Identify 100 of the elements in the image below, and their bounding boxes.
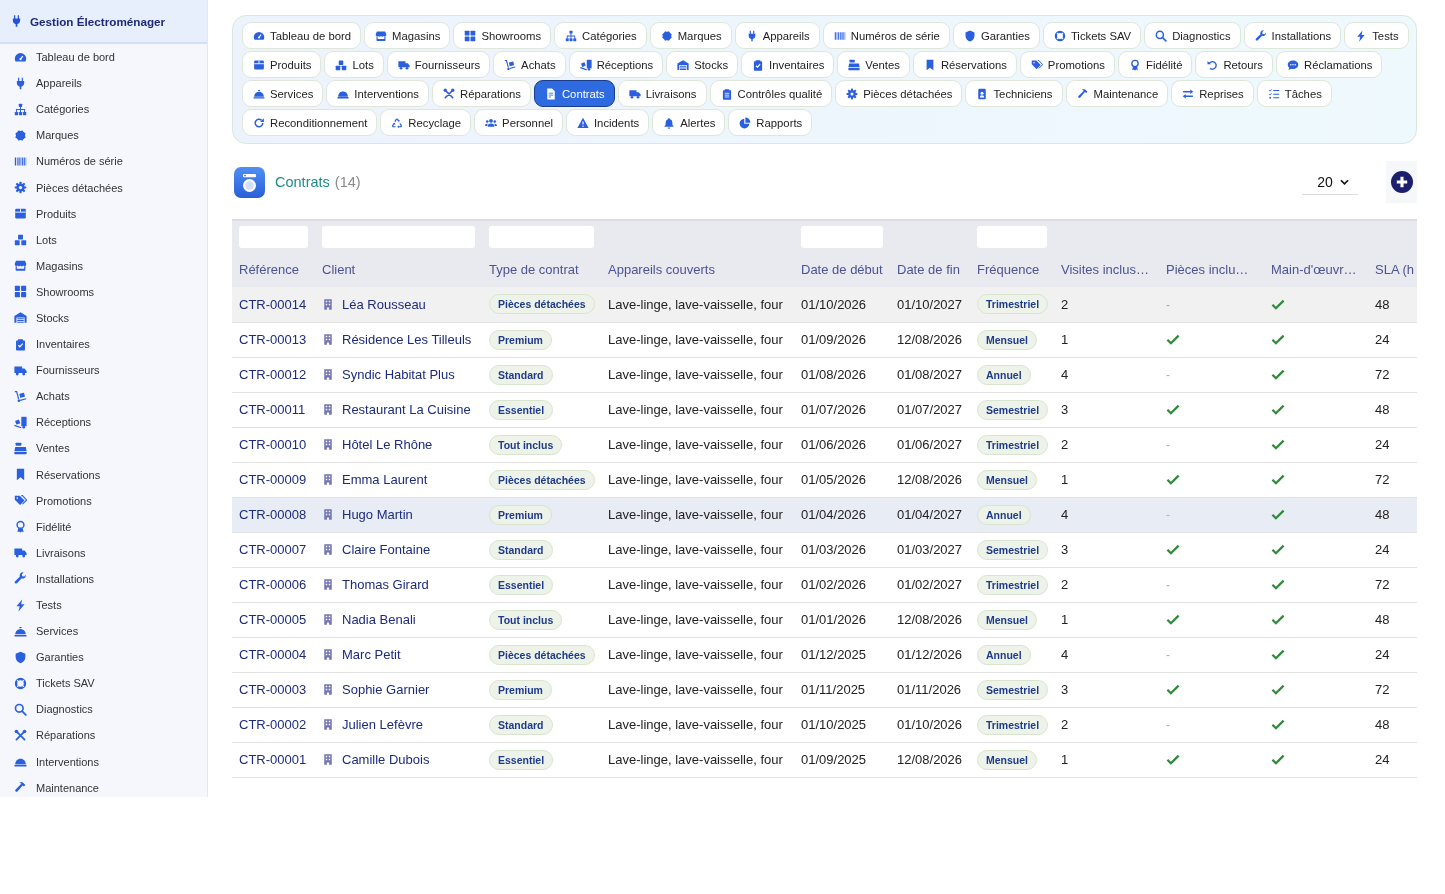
sidebar-item[interactable]: Achats [0, 383, 207, 410]
recycle-icon [391, 116, 404, 129]
add-button[interactable] [1386, 161, 1417, 203]
nav-tab[interactable]: Numéros de série [822, 22, 950, 49]
sidebar-item[interactable]: Numéros de série [0, 148, 207, 175]
nav-tab[interactable]: Réparations [432, 80, 531, 107]
nav-tab[interactable]: Fournisseurs [386, 51, 491, 78]
nav-tab[interactable]: Installations [1243, 22, 1342, 49]
sidebar-item[interactable]: Appareils [0, 70, 207, 97]
sidebar-item[interactable]: Catégories [0, 96, 207, 123]
nav-tab[interactable]: Rapports [728, 109, 813, 136]
nav-tab[interactable]: Réceptions [568, 51, 664, 78]
nav-tab[interactable]: Services [242, 80, 324, 107]
empty-value: - [1166, 718, 1170, 732]
sidebar-item[interactable]: Promotions [0, 487, 207, 514]
nav-tab[interactable]: Reprises [1171, 80, 1254, 107]
sidebar-item[interactable]: Pièces détachées [0, 174, 207, 201]
document-icon [544, 87, 557, 100]
sidebar-item[interactable]: Diagnostics [0, 696, 207, 723]
sidebar-item[interactable]: Inventaires [0, 331, 207, 358]
nav-tab[interactable]: Ventes [837, 51, 910, 78]
building-icon [322, 578, 334, 591]
nav-tab[interactable]: Tests [1344, 22, 1409, 49]
table-cell: 01/08/2027 [890, 357, 970, 392]
gauge-icon [253, 29, 265, 42]
nav-tab[interactable]: Réclamations [1276, 51, 1383, 78]
sidebar-item[interactable]: Fidélité [0, 513, 207, 540]
nav-tab[interactable]: Lots [324, 51, 384, 78]
sidebar-item[interactable]: Stocks [0, 304, 207, 332]
building-icon [322, 368, 334, 381]
nav-tab[interactable]: Magasins [364, 22, 451, 49]
table-cell: 48 [1368, 287, 1417, 322]
table-cell: Lave-linge, lave-vaisselle, four [601, 392, 794, 427]
nav-tab[interactable]: Personnel [474, 109, 563, 136]
sidebar-item[interactable]: Showrooms [0, 278, 207, 305]
table-cell: Lave-linge, lave-vaisselle, four [601, 462, 794, 497]
nav-tab[interactable]: Tableau de bord [242, 22, 362, 49]
nav-tab[interactable]: Showrooms [453, 22, 552, 49]
table-cell: 01/08/2026 [794, 357, 890, 392]
table-cell: 1 [1054, 602, 1159, 637]
table-cell: 12/08/2026 [890, 462, 970, 497]
sidebar-item[interactable]: Installations [0, 565, 207, 592]
warehouse-icon [14, 311, 27, 325]
sidebar-item[interactable]: Marques [0, 122, 207, 149]
sidebar-item[interactable]: Magasins [0, 252, 207, 279]
nav-tab[interactable]: Maintenance [1065, 80, 1169, 107]
nav-tab[interactable]: Réservations [912, 51, 1017, 78]
nav-tab[interactable]: Techniciens [965, 80, 1063, 107]
nav-tab[interactable]: Produits [242, 51, 322, 78]
table-cell: 48 [1368, 392, 1417, 427]
sidebar-item[interactable]: Tests [0, 591, 207, 619]
nav-tab[interactable]: Interventions [326, 80, 429, 107]
nav-tab[interactable]: Retours [1195, 51, 1273, 78]
nav-tab[interactable]: Alertes [652, 109, 726, 136]
table-cell: 3 [1054, 672, 1159, 707]
empty-value: - [1166, 438, 1170, 452]
page-size-select[interactable]: 20 [1302, 169, 1358, 195]
nav-tab[interactable]: Catégories [554, 22, 647, 49]
nav-tab[interactable]: Diagnostics [1144, 22, 1241, 49]
column-header: Date de fin [890, 252, 970, 287]
empty-value: - [1166, 508, 1170, 522]
nav-tab[interactable]: Contrôles qualité [709, 80, 833, 107]
nav-tab[interactable]: Promotions [1019, 51, 1115, 78]
nav-tab[interactable]: Appareils [734, 22, 820, 49]
nav-tab[interactable]: Stocks [666, 51, 739, 78]
nav-tab[interactable]: Tâches [1256, 80, 1332, 107]
nav-tab[interactable]: Tickets SAV [1042, 22, 1142, 49]
table-cell: 01/10/2026 [890, 707, 970, 742]
sidebar-item[interactable]: Interventions [0, 748, 207, 775]
nav-tab[interactable]: Achats [493, 51, 566, 78]
sidebar-item[interactable]: Maintenance [0, 774, 207, 797]
sidebar-item[interactable]: Ventes [0, 435, 207, 462]
bolt-icon [14, 598, 27, 612]
table-cell: 01/10/2025 [794, 707, 890, 742]
sidebar-item[interactable]: Fournisseurs [0, 357, 207, 384]
sidebar-item[interactable]: Réceptions [0, 409, 207, 436]
nav-tab[interactable]: Reconditionnement [242, 109, 378, 136]
sidebar-item[interactable]: Tickets SAV [0, 670, 207, 697]
table-cell: 24 [1368, 322, 1417, 357]
client-name: Marc Petit [342, 647, 401, 662]
sidebar-item[interactable]: Réservations [0, 461, 207, 488]
nav-tab[interactable]: Incidents [565, 109, 650, 136]
sidebar-item[interactable]: Livraisons [0, 539, 207, 566]
table-cell: 01/09/2026 [794, 322, 890, 357]
nav-tab[interactable]: Garanties [952, 22, 1040, 49]
nav-tab[interactable]: Fidélité [1118, 51, 1193, 78]
nav-tab[interactable]: Livraisons [617, 80, 707, 107]
nav-tab[interactable]: Inventaires [741, 51, 835, 78]
hand-cart-icon [14, 389, 27, 403]
sidebar-item[interactable]: Produits [0, 200, 207, 227]
nav-tab[interactable]: Contrats [533, 80, 615, 107]
sidebar-item[interactable]: Lots [0, 226, 207, 253]
sidebar-item[interactable]: Tableau de bord [0, 44, 207, 71]
sidebar-item[interactable]: Garanties [0, 644, 207, 671]
sidebar-item[interactable]: Services [0, 618, 207, 645]
nav-tab[interactable]: Pièces détachées [835, 80, 963, 107]
client-name: Léa Rousseau [342, 296, 426, 312]
nav-tab[interactable]: Recyclage [380, 109, 472, 136]
nav-tab[interactable]: Marques [649, 22, 732, 49]
sidebar-item[interactable]: Réparations [0, 722, 207, 749]
